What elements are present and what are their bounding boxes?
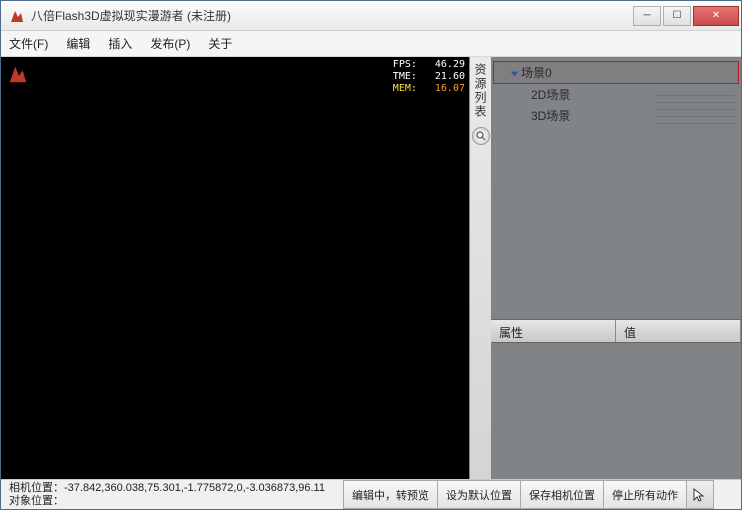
close-button[interactable]: ✕ <box>693 6 739 26</box>
tme-label: TME: <box>393 71 417 83</box>
titlebar[interactable]: 八倍Flash3D虚拟现实漫游者 (未注册) ─ ☐ ✕ <box>1 1 741 31</box>
fps-label: FPS: <box>393 59 417 71</box>
window-title: 八倍Flash3D虚拟现实漫游者 (未注册) <box>31 7 631 24</box>
menubar: 文件(F) 编辑 插入 发布(P) 关于 <box>1 31 741 57</box>
cursor-icon <box>686 480 714 509</box>
maximize-button[interactable]: ☐ <box>663 6 691 26</box>
tree-root-label: 场景0 <box>521 66 552 80</box>
tree-2d-label: 2D场景 <box>531 88 570 102</box>
menu-insert[interactable]: 插入 <box>108 35 132 52</box>
render-stats: FPS: 46.29 TME: 21.60 MEM: 16.07 <box>393 59 465 95</box>
search-icon[interactable] <box>472 127 490 145</box>
viewport-3d[interactable]: FPS: 46.29 TME: 21.60 MEM: 16.07 <box>1 57 469 479</box>
status-buttons: 编辑中，转预览 设为默认位置 保存相机位置 停止所有动作 <box>343 480 741 509</box>
prop-col-name[interactable]: 属性 <box>491 320 616 342</box>
status-info: 相机位置：-37.842,360.038,75.301,-1.775872,0,… <box>1 480 343 509</box>
preview-toggle-button[interactable]: 编辑中，转预览 <box>343 480 438 509</box>
expand-icon[interactable] <box>511 71 519 76</box>
tree-root-scene[interactable]: 场景0 <box>493 61 739 84</box>
save-camera-button[interactable]: 保存相机位置 <box>520 480 604 509</box>
minimize-button[interactable]: ─ <box>633 6 661 26</box>
workarea: FPS: 46.29 TME: 21.60 MEM: 16.07 资源列表 场景0 2… <box>1 57 741 479</box>
menu-file[interactable]: 文件(F) <box>9 35 48 52</box>
resource-rail-label: 资源列表 <box>472 63 489 119</box>
prop-col-value[interactable]: 值 <box>616 320 741 342</box>
property-body[interactable] <box>491 343 741 479</box>
scene-tree[interactable]: 场景0 2D场景 3D场景 <box>491 57 741 319</box>
resource-rail[interactable]: 资源列表 <box>469 57 491 479</box>
app-icon <box>9 8 25 24</box>
property-header: 属性 值 <box>491 319 741 343</box>
set-default-button[interactable]: 设为默认位置 <box>437 480 521 509</box>
mem-label: MEM: <box>393 83 417 95</box>
object-pos-label: 对象位置： <box>9 495 64 507</box>
window-controls: ─ ☐ ✕ <box>631 6 739 26</box>
camera-pos-label: 相机位置： <box>9 482 64 494</box>
app-logo-icon <box>7 63 29 85</box>
camera-pos-value: -37.842,360.038,75.301,-1.775872,0,-3.03… <box>64 482 325 494</box>
property-panel: 属性 值 <box>491 319 741 479</box>
side-panel: 场景0 2D场景 3D场景 属性 值 <box>491 57 741 479</box>
menu-edit[interactable]: 编辑 <box>66 35 90 52</box>
tree-decoration <box>655 89 735 149</box>
mem-value: 16.07 <box>435 83 465 95</box>
tree-3d-label: 3D场景 <box>531 109 570 123</box>
menu-publish[interactable]: 发布(P) <box>150 35 190 52</box>
app-window: 八倍Flash3D虚拟现实漫游者 (未注册) ─ ☐ ✕ 文件(F) 编辑 插入… <box>0 0 742 510</box>
stop-anim-button[interactable]: 停止所有动作 <box>603 480 687 509</box>
fps-value: 46.29 <box>435 59 465 71</box>
statusbar: 相机位置：-37.842,360.038,75.301,-1.775872,0,… <box>1 479 741 509</box>
tme-value: 21.60 <box>435 71 465 83</box>
menu-about[interactable]: 关于 <box>208 35 232 52</box>
